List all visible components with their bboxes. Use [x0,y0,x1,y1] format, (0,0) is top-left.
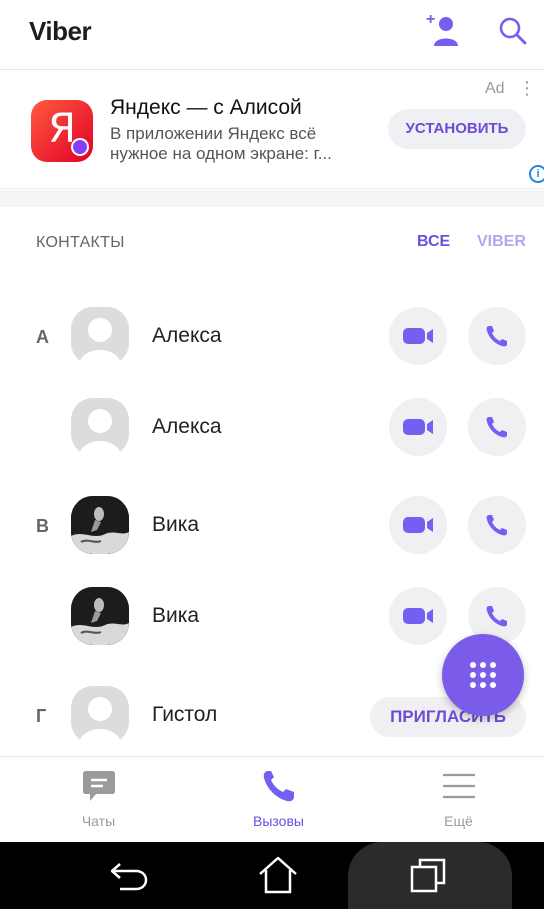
ad-menu-icon[interactable]: ⋮ [518,78,536,99]
photo-avatar [71,496,129,554]
ad-description: В приложении Яндекс всё нужное на одном … [110,124,332,163]
default-avatar-icon [79,409,121,456]
dialpad-button[interactable] [442,634,524,716]
video-camera-icon [403,419,433,435]
tab-calls[interactable]: Вызовы [188,757,369,843]
video-camera-icon [403,517,433,533]
phone-icon [486,417,507,438]
phone-icon [486,515,507,536]
dialpad-icon [470,662,496,688]
avatar [71,587,129,645]
avatar [71,686,129,744]
contact-row[interactable]: А Алекса [0,307,544,397]
home-icon[interactable] [256,854,300,896]
filter-all-tab[interactable]: ВСЕ [417,233,450,251]
ad-banner[interactable]: Я Яндекс — с Алисой В приложении Яндекс … [0,71,544,189]
contacts-header: КОНТАКТЫ ВСЕ VIBER [0,207,544,277]
voice-call-button[interactable] [468,398,526,456]
phone-icon [486,326,507,347]
svg-text:+: + [426,11,435,28]
yandex-logo-icon: Я [31,100,93,162]
tab-chats[interactable]: Чаты [8,757,189,843]
tab-more-label: Ещё [444,813,473,829]
alice-dot-icon [71,138,89,156]
add-contact-icon: + [426,11,458,46]
index-letter: Г [36,706,47,726]
contact-name: Вика [152,604,200,627]
index-letter: В [36,516,49,536]
contact-name: Вика [152,513,200,536]
tab-chats-label: Чаты [81,813,116,829]
default-avatar-icon [79,318,121,365]
add-contact-button[interactable]: + [426,10,462,50]
search-icon [499,17,527,45]
video-call-button[interactable] [389,307,447,365]
video-call-button[interactable] [389,398,447,456]
recent-apps-icon[interactable] [408,857,448,895]
video-camera-icon [403,328,433,344]
video-call-button[interactable] [389,587,447,645]
filter-viber-tab[interactable]: VIBER [477,233,526,251]
avatar [71,307,129,365]
chat-icon [83,771,115,801]
phone-icon [263,771,294,802]
avatar [71,398,129,456]
menu-icon [443,773,475,799]
ad-label: Ad [485,80,505,97]
system-navigation-bar [0,842,544,909]
contact-row[interactable]: В Вика [0,496,544,586]
video-camera-icon [403,608,433,624]
contact-name: Алекса [152,415,222,438]
contact-row[interactable]: Алекса [0,398,544,488]
ad-title: Яндекс — с Алисой [110,96,302,119]
avatar [71,496,129,554]
tab-calls-label: Вызовы [253,813,304,829]
section-divider [0,190,544,207]
search-button[interactable] [496,14,530,48]
top-bar: Viber + [0,0,544,70]
contact-name: Гистол [152,703,218,726]
ad-info-icon[interactable]: i [529,165,544,183]
install-button[interactable]: УСТАНОВИТЬ [388,109,526,149]
voice-call-button[interactable] [468,307,526,365]
app-title: Viber [29,16,92,46]
section-title: КОНТАКТЫ [36,234,125,251]
default-avatar-icon [79,697,121,744]
photo-avatar [71,587,129,645]
contact-name: Алекса [152,324,222,347]
tab-more[interactable]: Ещё [368,757,544,843]
video-call-button[interactable] [389,496,447,554]
index-letter: А [36,327,49,347]
voice-call-button[interactable] [468,496,526,554]
bottom-navigation: Чаты Вызовы Ещё [0,756,544,842]
back-icon[interactable] [108,860,150,892]
